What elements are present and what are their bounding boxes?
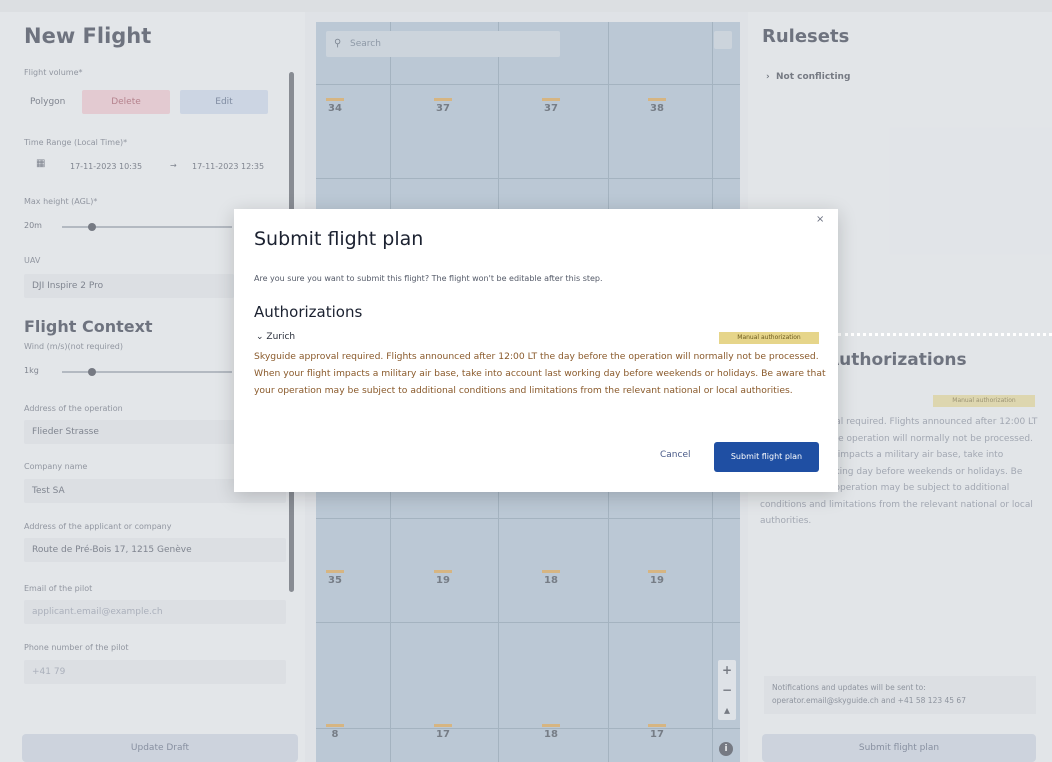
dialog-authorizations-heading: Authorizations <box>254 303 363 321</box>
zurich-collapse-toggle[interactable]: ⌄ Zurich <box>256 332 295 342</box>
zurich-label: Zurich <box>266 332 296 342</box>
dialog-authorization-badge: Manual authorization <box>719 332 819 344</box>
dotted-connector <box>838 333 1052 336</box>
cancel-button[interactable]: Cancel <box>660 450 691 460</box>
chevron-down-icon: ⌄ <box>256 332 267 342</box>
close-icon[interactable]: × <box>816 214 824 225</box>
dialog-authorization-text: Skyguide approval required. Flights anno… <box>254 351 826 396</box>
submit-flight-plan-button[interactable]: Submit flight plan <box>714 442 819 472</box>
dialog-subtitle: Are you sure you want to submit this fli… <box>254 274 603 283</box>
dialog-title: Submit flight plan <box>254 228 424 250</box>
